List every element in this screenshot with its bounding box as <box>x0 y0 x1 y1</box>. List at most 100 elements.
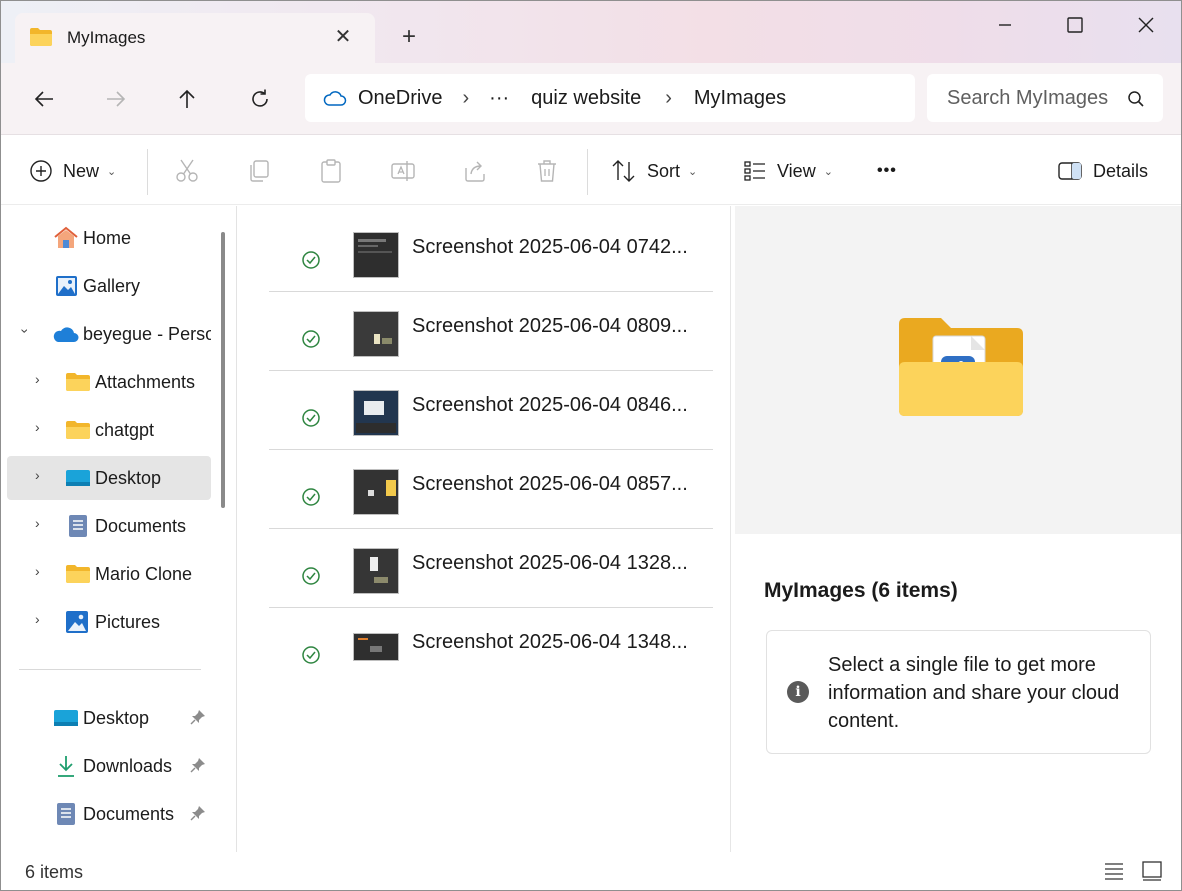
paste-button[interactable] <box>318 153 344 189</box>
chevron-down-icon: ⌄ <box>823 165 833 178</box>
cloud-icon <box>323 91 347 106</box>
refresh-button[interactable] <box>242 81 278 117</box>
new-label: New <box>63 160 100 181</box>
sidebar-scrollbar[interactable] <box>221 232 225 508</box>
file-row[interactable]: Screenshot 2025-06-04 1348... <box>269 609 713 687</box>
trash-icon <box>538 160 556 182</box>
sync-check-icon <box>302 251 320 269</box>
sidebar-item-gallery[interactable]: Gallery <box>7 264 211 308</box>
sidebar-item-mario-clone[interactable]: › Mario Clone <box>7 552 211 596</box>
new-tab-button[interactable]: + <box>395 23 423 51</box>
item-count: 6 items <box>25 862 84 882</box>
file-list[interactable]: Screenshot 2025-06-04 0742... Screenshot… <box>241 206 729 852</box>
tiles-view-icon <box>1142 861 1162 881</box>
sidebar-item-label: Attachments <box>95 371 196 392</box>
file-name: Screenshot 2025-06-04 0742... <box>412 236 688 258</box>
sidebar-item-label: Pictures <box>95 611 161 632</box>
file-explorer-window: MyImages ✕ + OneDrive › ··· quiz website… <box>0 0 1182 891</box>
pin-icon[interactable] <box>189 804 207 822</box>
file-name: Screenshot 2025-06-04 0809... <box>412 315 688 337</box>
chevron-right-icon: › <box>35 419 40 435</box>
file-row[interactable]: Screenshot 2025-06-04 0809... <box>269 293 713 371</box>
sidebar-item-label: Home <box>83 227 132 248</box>
command-divider <box>147 149 148 195</box>
file-row[interactable]: Screenshot 2025-06-04 1328... <box>269 530 713 608</box>
command-bar: New ⌄ Sort ⌄ View ⌄ ••• Details <box>1 135 1181 205</box>
file-row[interactable]: Screenshot 2025-06-04 0846... <box>269 372 713 450</box>
breadcrumb-onedrive[interactable]: OneDrive <box>358 87 442 110</box>
sidebar-item-chatgpt[interactable]: › chatgpt <box>7 408 211 452</box>
info-icon: i <box>787 681 809 703</box>
sidebar-item-attachments[interactable]: › Attachments <box>7 360 211 404</box>
quick-access-downloads[interactable]: Downloads <box>7 744 211 788</box>
file-row[interactable]: Screenshot 2025-06-04 0742... <box>269 214 713 292</box>
sidebar-item-onedrive[interactable]: › beyegue - Personal <box>7 312 211 356</box>
details-button[interactable]: Details <box>1057 153 1148 189</box>
maximize-button[interactable] <box>1047 9 1103 41</box>
chevron-right-icon: › <box>35 467 40 483</box>
breadcrumb-overflow[interactable]: ··· <box>489 87 509 110</box>
pictures-icon <box>66 611 88 633</box>
search-box[interactable] <box>927 74 1163 122</box>
folder-icon <box>30 28 52 46</box>
more-options-button[interactable]: ••• <box>877 153 897 189</box>
sidebar-item-desktop[interactable]: › Desktop <box>7 456 211 500</box>
image-thumbnail <box>353 548 399 594</box>
copy-button[interactable] <box>246 153 272 189</box>
address-bar[interactable]: OneDrive › ··· quiz website › MyImages <box>305 74 915 122</box>
tab-myimages[interactable]: MyImages ✕ <box>15 13 375 65</box>
share-button[interactable] <box>462 153 488 189</box>
details-title: MyImages (6 items) <box>764 579 958 602</box>
arrow-right-icon <box>107 91 126 107</box>
quick-access-documents[interactable]: Documents <box>7 792 211 836</box>
sidebar-item-documents[interactable]: › Documents <box>7 504 211 548</box>
pin-icon[interactable] <box>189 756 207 774</box>
sidebar-item-home[interactable]: Home <box>7 216 211 260</box>
details-view-button[interactable] <box>1103 860 1127 884</box>
close-icon <box>1138 17 1154 33</box>
chevron-right-icon: › <box>35 371 40 387</box>
tiles-view-button[interactable] <box>1141 860 1165 884</box>
minimize-button[interactable] <box>977 9 1033 41</box>
delete-button[interactable] <box>534 153 560 189</box>
onedrive-cloud-icon <box>53 327 79 342</box>
search-icon <box>1128 91 1144 107</box>
sort-icon <box>612 160 635 182</box>
view-list-icon <box>744 161 765 181</box>
info-card: i Select a single file to get more infor… <box>766 630 1151 754</box>
quick-access-label: Documents <box>83 803 175 824</box>
close-window-button[interactable] <box>1118 9 1174 41</box>
status-bar: 6 items <box>1 852 1181 890</box>
sort-button[interactable]: Sort ⌄ <box>611 153 697 189</box>
plus-circle-icon <box>30 160 52 182</box>
clipboard-icon <box>321 159 341 183</box>
chevron-right-icon: › <box>35 515 40 531</box>
image-thumbnail <box>353 633 399 661</box>
search-input[interactable] <box>947 84 1121 112</box>
sidebar-item-pictures[interactable]: › Pictures <box>7 600 211 644</box>
quick-access-desktop[interactable]: Desktop <box>7 696 211 740</box>
forward-button[interactable] <box>98 81 134 117</box>
view-button[interactable]: View ⌄ <box>743 153 833 189</box>
sidebar-item-label: Desktop <box>95 467 162 488</box>
folder-icon <box>66 421 90 439</box>
sidebar-item-label: chatgpt <box>95 419 155 440</box>
close-tab-icon[interactable]: ✕ <box>329 23 357 51</box>
list-view-icon <box>1105 863 1123 880</box>
up-button[interactable] <box>169 81 205 117</box>
back-button[interactable] <box>26 81 62 117</box>
chevron-right-icon: › <box>35 611 40 627</box>
image-thumbnail <box>353 311 399 357</box>
breadcrumb-quiz-website[interactable]: quiz website <box>531 87 641 110</box>
rename-button[interactable] <box>390 153 416 189</box>
tab-title: MyImages <box>67 28 146 47</box>
navigation-pane[interactable]: Home Gallery › beyegue - Personal › Atta… <box>1 206 237 852</box>
new-button[interactable]: New ⌄ <box>29 153 116 189</box>
cut-button[interactable] <box>174 153 200 189</box>
file-name: Screenshot 2025-06-04 0857... <box>412 473 688 495</box>
share-icon <box>465 161 485 182</box>
image-thumbnail <box>353 232 399 278</box>
file-row[interactable]: Screenshot 2025-06-04 0857... <box>269 451 713 529</box>
pin-icon[interactable] <box>189 708 207 726</box>
breadcrumb-myimages[interactable]: MyImages <box>694 87 786 110</box>
